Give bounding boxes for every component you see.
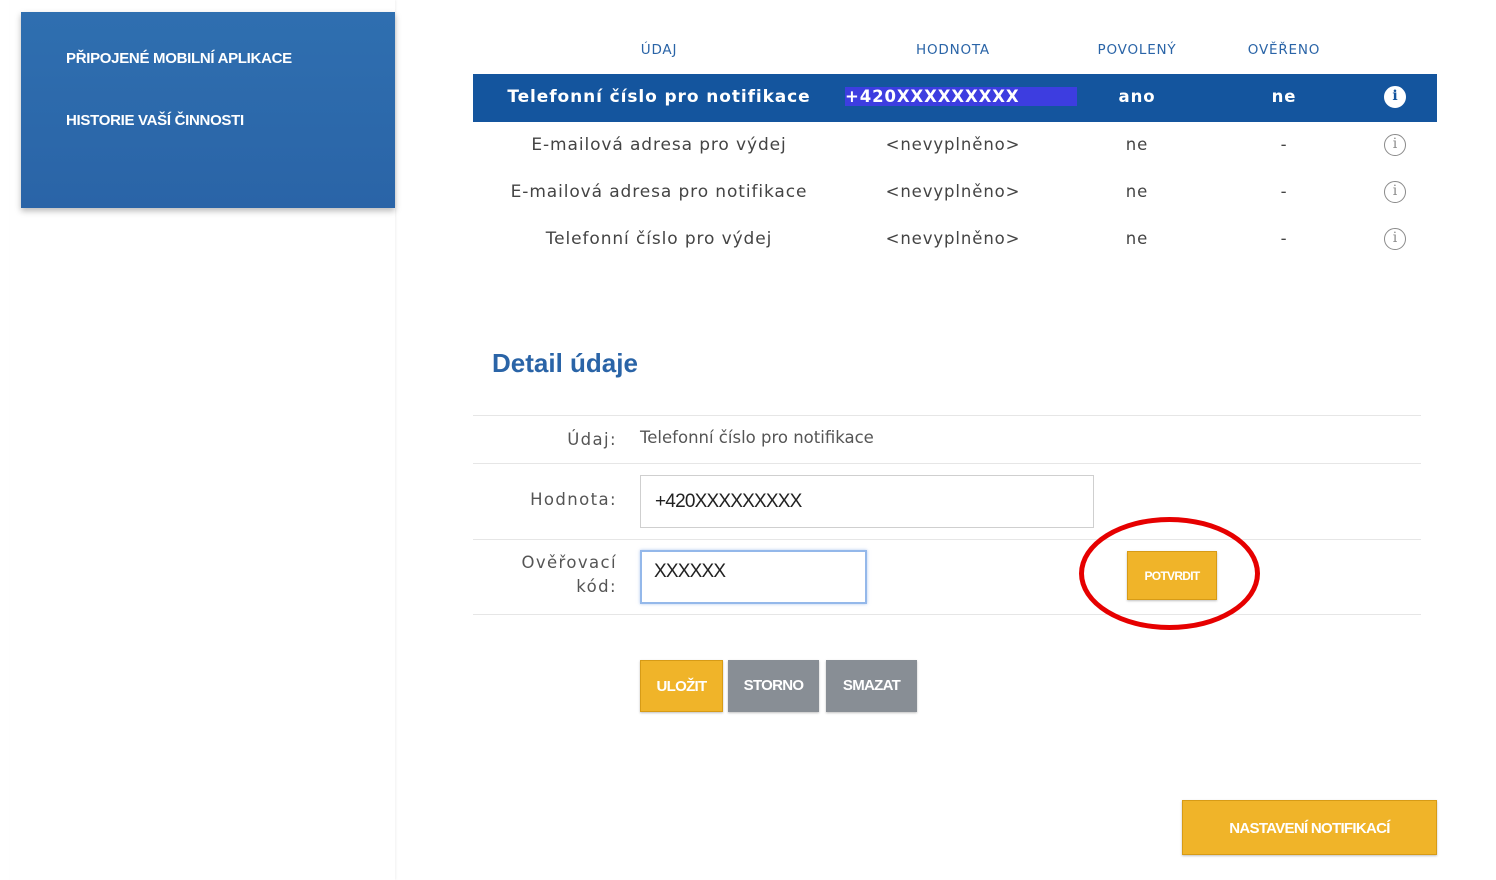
delete-button[interactable]: SMAZAT: [826, 660, 917, 712]
kod-label: Ověřovací kód:: [521, 551, 617, 599]
hodnota-label: Hodnota:: [530, 490, 617, 509]
notification-settings-button[interactable]: NASTAVENÍ NOTIFIKACÍ: [1182, 800, 1437, 855]
save-button[interactable]: ULOŽIT: [640, 660, 723, 712]
form-row-udaj: Údaj: Telefonní číslo pro notifikace: [473, 415, 1421, 463]
table-row[interactable]: Telefonní číslo pro notifikace +420XXXXX…: [473, 74, 1437, 122]
contacts-table: ÚDAJ HODNOTA POVOLENÝ OVĚŘENO Telefonní …: [473, 30, 1437, 263]
cell-povoleny: ne: [1125, 182, 1149, 201]
udaj-value: Telefonní číslo pro notifikace: [640, 428, 874, 447]
form-row-kod: Ověřovací kód: XXXXXX: [473, 539, 1421, 615]
verification-code-input[interactable]: XXXXXX: [640, 550, 867, 604]
info-circle-icon[interactable]: i: [1384, 228, 1406, 250]
page: PŘIPOJENÉ MOBILNÍ APLIKACE HISTORIE VAŠÍ…: [0, 0, 1496, 880]
sidebar-item-mobile-apps[interactable]: PŘIPOJENÉ MOBILNÍ APLIKACE: [66, 50, 292, 67]
highlighted-value: +420XXXXXXXXX: [845, 87, 1078, 106]
cell-hodnota: <nevyplněno>: [885, 229, 1021, 248]
column-header-udaj: ÚDAJ: [640, 42, 678, 58]
column-header-hodnota: HODNOTA: [916, 42, 990, 58]
kod-label-line2: kód:: [576, 577, 617, 596]
udaj-label: Údaj:: [567, 430, 617, 449]
column-header-overeno: OVĚŘENO: [1247, 42, 1321, 58]
cell-overeno: ne: [1271, 87, 1297, 106]
table-header: ÚDAJ HODNOTA POVOLENÝ OVĚŘENO: [473, 30, 1437, 74]
kod-label-line1: Ověřovací: [521, 553, 617, 572]
column-header-povoleny: POVOLENÝ: [1097, 42, 1177, 58]
cell-udaj: E-mailová adresa pro výdej: [531, 135, 787, 155]
table-row[interactable]: E-mailová adresa pro výdej <nevyplněno> …: [473, 122, 1437, 169]
cell-overeno: -: [1280, 229, 1288, 248]
cell-hodnota: <nevyplněno>: [885, 182, 1021, 201]
form-row-hodnota: Hodnota: +420XXXXXXXXX: [473, 463, 1421, 539]
confirm-button[interactable]: POTVRDIT: [1127, 551, 1217, 600]
cell-udaj: Telefonní číslo pro výdej: [545, 229, 773, 249]
sidebar-item-activity-history[interactable]: HISTORIE VAŠÍ ČINNOSTI: [66, 112, 244, 129]
cell-overeno: -: [1280, 135, 1288, 154]
hodnota-input[interactable]: +420XXXXXXXXX: [640, 475, 1094, 528]
cell-hodnota: <nevyplněno>: [885, 135, 1021, 154]
table-row[interactable]: Telefonní číslo pro výdej <nevyplněno> n…: [473, 216, 1437, 263]
cell-udaj: Telefonní číslo pro notifikace: [507, 87, 811, 107]
cell-overeno: -: [1280, 182, 1288, 201]
detail-form: Údaj: Telefonní číslo pro notifikace Hod…: [473, 415, 1421, 615]
table-row[interactable]: E-mailová adresa pro notifikace <nevypln…: [473, 169, 1437, 216]
cancel-button[interactable]: STORNO: [728, 660, 819, 712]
cell-povoleny: ne: [1125, 135, 1149, 154]
detail-title: Detail údaje: [492, 348, 638, 378]
cell-udaj: E-mailová adresa pro notifikace: [510, 182, 808, 202]
cell-povoleny: ne: [1125, 229, 1149, 248]
sidebar: PŘIPOJENÉ MOBILNÍ APLIKACE HISTORIE VAŠÍ…: [21, 12, 395, 208]
info-circle-icon[interactable]: i: [1384, 86, 1406, 108]
info-circle-icon[interactable]: i: [1384, 181, 1406, 203]
info-circle-icon[interactable]: i: [1384, 134, 1406, 156]
cell-povoleny: ano: [1118, 87, 1156, 106]
cell-hodnota: +420XXXXXXXXX: [845, 87, 1078, 106]
